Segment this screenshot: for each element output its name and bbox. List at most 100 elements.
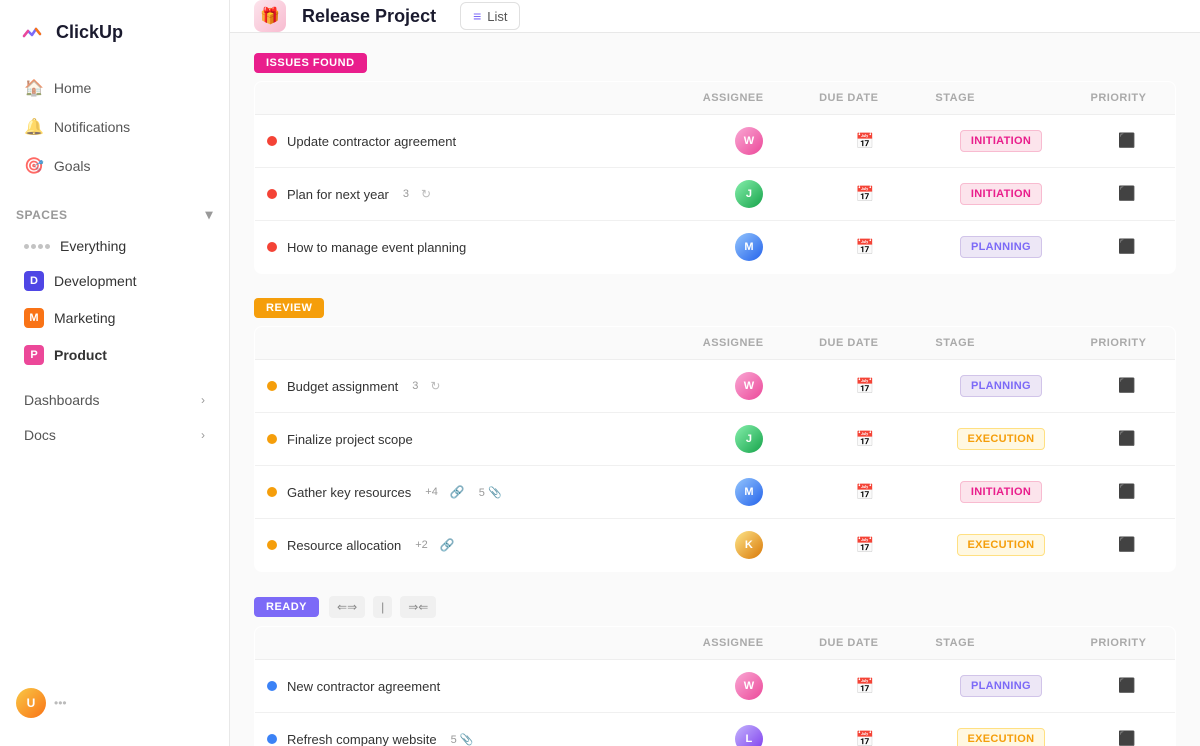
ready-toolbar: ⇐⇒ | ⇒⇐ xyxy=(329,596,436,618)
sidebar-item-dashboards[interactable]: Dashboards › xyxy=(8,383,221,417)
stage-cell: PLANNING xyxy=(923,360,1078,413)
duedate-cell[interactable]: 📅 xyxy=(807,413,923,466)
review-table: ASSIGNEE DUE DATE STAGE PRIORITY Budget … xyxy=(254,326,1176,572)
duedate-cell[interactable]: 📅 xyxy=(807,221,923,274)
spaces-section-header: Spaces ▾ xyxy=(0,194,229,229)
sidebar: ClickUp 🏠 Home 🔔 Notifications 🎯 Goals S… xyxy=(0,0,230,746)
avatar: L xyxy=(735,725,763,746)
task-title[interactable]: Finalize project scope xyxy=(287,432,413,447)
ctrl-btn-1[interactable]: ⇐⇒ xyxy=(329,596,365,618)
task-dot xyxy=(267,487,277,497)
task-title[interactable]: Refresh company website xyxy=(287,732,437,746)
attach-count: 5 📎 xyxy=(479,486,502,499)
sidebar-item-notifications[interactable]: 🔔 Notifications xyxy=(8,108,221,146)
task-name-cell: New contractor agreement xyxy=(255,660,691,713)
priority-cell: ⬛ xyxy=(1079,713,1176,746)
footer-dots: ••• xyxy=(54,696,67,710)
sidebar-item-development[interactable]: D Development xyxy=(8,263,221,299)
goals-icon: 🎯 xyxy=(24,156,44,176)
table-row: How to manage event planning M 📅 PLANNIN… xyxy=(255,221,1176,274)
task-name-cell: How to manage event planning xyxy=(255,221,691,274)
priority-icon: ⬛ xyxy=(1118,483,1135,499)
task-dot xyxy=(267,136,277,146)
development-badge: D xyxy=(24,271,44,291)
task-name-cell: Refresh company website 5 📎 xyxy=(255,713,691,746)
sidebar-item-marketing-label: Marketing xyxy=(54,310,115,326)
duedate-cell[interactable]: 📅 xyxy=(807,168,923,221)
task-title[interactable]: How to manage event planning xyxy=(287,240,466,255)
table-row: Finalize project scope J 📅 EXECUTION ⬛ xyxy=(255,413,1176,466)
col-task xyxy=(255,627,691,660)
avatar: J xyxy=(735,425,763,453)
stage-badge: INITIATION xyxy=(960,183,1042,205)
attachment-icon: 🔗 xyxy=(440,538,455,552)
stage-badge: PLANNING xyxy=(960,675,1042,697)
sidebar-item-everything-label: Everything xyxy=(60,238,126,254)
section-issues-header: ISSUES FOUND xyxy=(254,53,1176,73)
sidebar-item-product-label: Product xyxy=(54,347,107,363)
duedate-cell[interactable]: 📅 xyxy=(807,360,923,413)
duedate-cell[interactable]: 📅 xyxy=(807,466,923,519)
list-view-icon: ≡ xyxy=(473,8,481,24)
avatar: M xyxy=(735,233,763,261)
sidebar-bottom: Dashboards › Docs › xyxy=(0,382,229,453)
stage-badge: PLANNING xyxy=(960,236,1042,258)
task-title[interactable]: Update contractor agreement xyxy=(287,134,456,149)
product-badge: P xyxy=(24,345,44,365)
task-name-cell: Update contractor agreement xyxy=(255,115,691,168)
stage-badge: INITIATION xyxy=(960,481,1042,503)
duedate-cell[interactable]: 📅 xyxy=(807,519,923,572)
logo: ClickUp xyxy=(0,16,229,68)
priority-cell: ⬛ xyxy=(1079,466,1176,519)
assignee-cell: J xyxy=(691,413,807,466)
list-view-button[interactable]: ≡ List xyxy=(460,2,520,30)
col-duedate: DUE DATE xyxy=(807,82,923,115)
stage-cell: INITIATION xyxy=(923,115,1078,168)
duedate-cell[interactable]: 📅 xyxy=(807,713,923,746)
assignee-cell: J xyxy=(691,168,807,221)
ctrl-btn-2[interactable]: | xyxy=(373,596,392,618)
sidebar-item-everything[interactable]: Everything xyxy=(8,230,221,262)
priority-icon: ⬛ xyxy=(1118,132,1135,148)
avatar: K xyxy=(735,531,763,559)
task-title[interactable]: Budget assignment xyxy=(287,379,398,394)
assignee-cell: W xyxy=(691,360,807,413)
assignee-cell: W xyxy=(691,115,807,168)
task-title[interactable]: Gather key resources xyxy=(287,485,411,500)
priority-cell: ⬛ xyxy=(1079,168,1176,221)
calendar-icon: 📅 xyxy=(856,484,875,501)
section-review: REVIEW ASSIGNEE DUE DATE STAGE PRIORITY xyxy=(254,298,1176,572)
task-title[interactable]: Resource allocation xyxy=(287,538,401,553)
stage-badge: PLANNING xyxy=(960,375,1042,397)
assignee-cell: K xyxy=(691,519,807,572)
spaces-collapse-icon[interactable]: ▾ xyxy=(205,206,213,223)
task-title[interactable]: Plan for next year xyxy=(287,187,389,202)
task-title[interactable]: New contractor agreement xyxy=(287,679,440,694)
sidebar-item-docs[interactable]: Docs › xyxy=(8,418,221,452)
ctrl-btn-3[interactable]: ⇒⇐ xyxy=(400,596,436,618)
sidebar-item-product[interactable]: P Product xyxy=(8,337,221,373)
calendar-icon: 📅 xyxy=(856,378,875,395)
task-dot xyxy=(267,540,277,550)
table-row: Refresh company website 5 📎 L 📅 EXECUTIO… xyxy=(255,713,1176,746)
clickup-logo-icon xyxy=(16,16,48,48)
duedate-cell[interactable]: 📅 xyxy=(807,660,923,713)
sidebar-item-goals[interactable]: 🎯 Goals xyxy=(8,147,221,185)
assignee-cell: M xyxy=(691,221,807,274)
avatar: W xyxy=(735,672,763,700)
avatar: J xyxy=(735,180,763,208)
task-count: +2 xyxy=(415,539,428,551)
bell-icon: 🔔 xyxy=(24,117,44,137)
task-dot xyxy=(267,189,277,199)
user-avatar[interactable]: U xyxy=(16,688,46,718)
calendar-icon: 📅 xyxy=(856,133,875,150)
task-name-cell: Gather key resources +4 🔗 5 📎 xyxy=(255,466,691,519)
sidebar-item-home[interactable]: 🏠 Home xyxy=(8,69,221,107)
task-name-cell: Budget assignment 3 ↻ xyxy=(255,360,691,413)
task-count: 3 xyxy=(412,380,418,392)
table-row: Plan for next year 3 ↻ J 📅 INITIATION ⬛ xyxy=(255,168,1176,221)
duedate-cell[interactable]: 📅 xyxy=(807,115,923,168)
priority-cell: ⬛ xyxy=(1079,413,1176,466)
col-priority: PRIORITY xyxy=(1079,82,1176,115)
sidebar-item-marketing[interactable]: M Marketing xyxy=(8,300,221,336)
